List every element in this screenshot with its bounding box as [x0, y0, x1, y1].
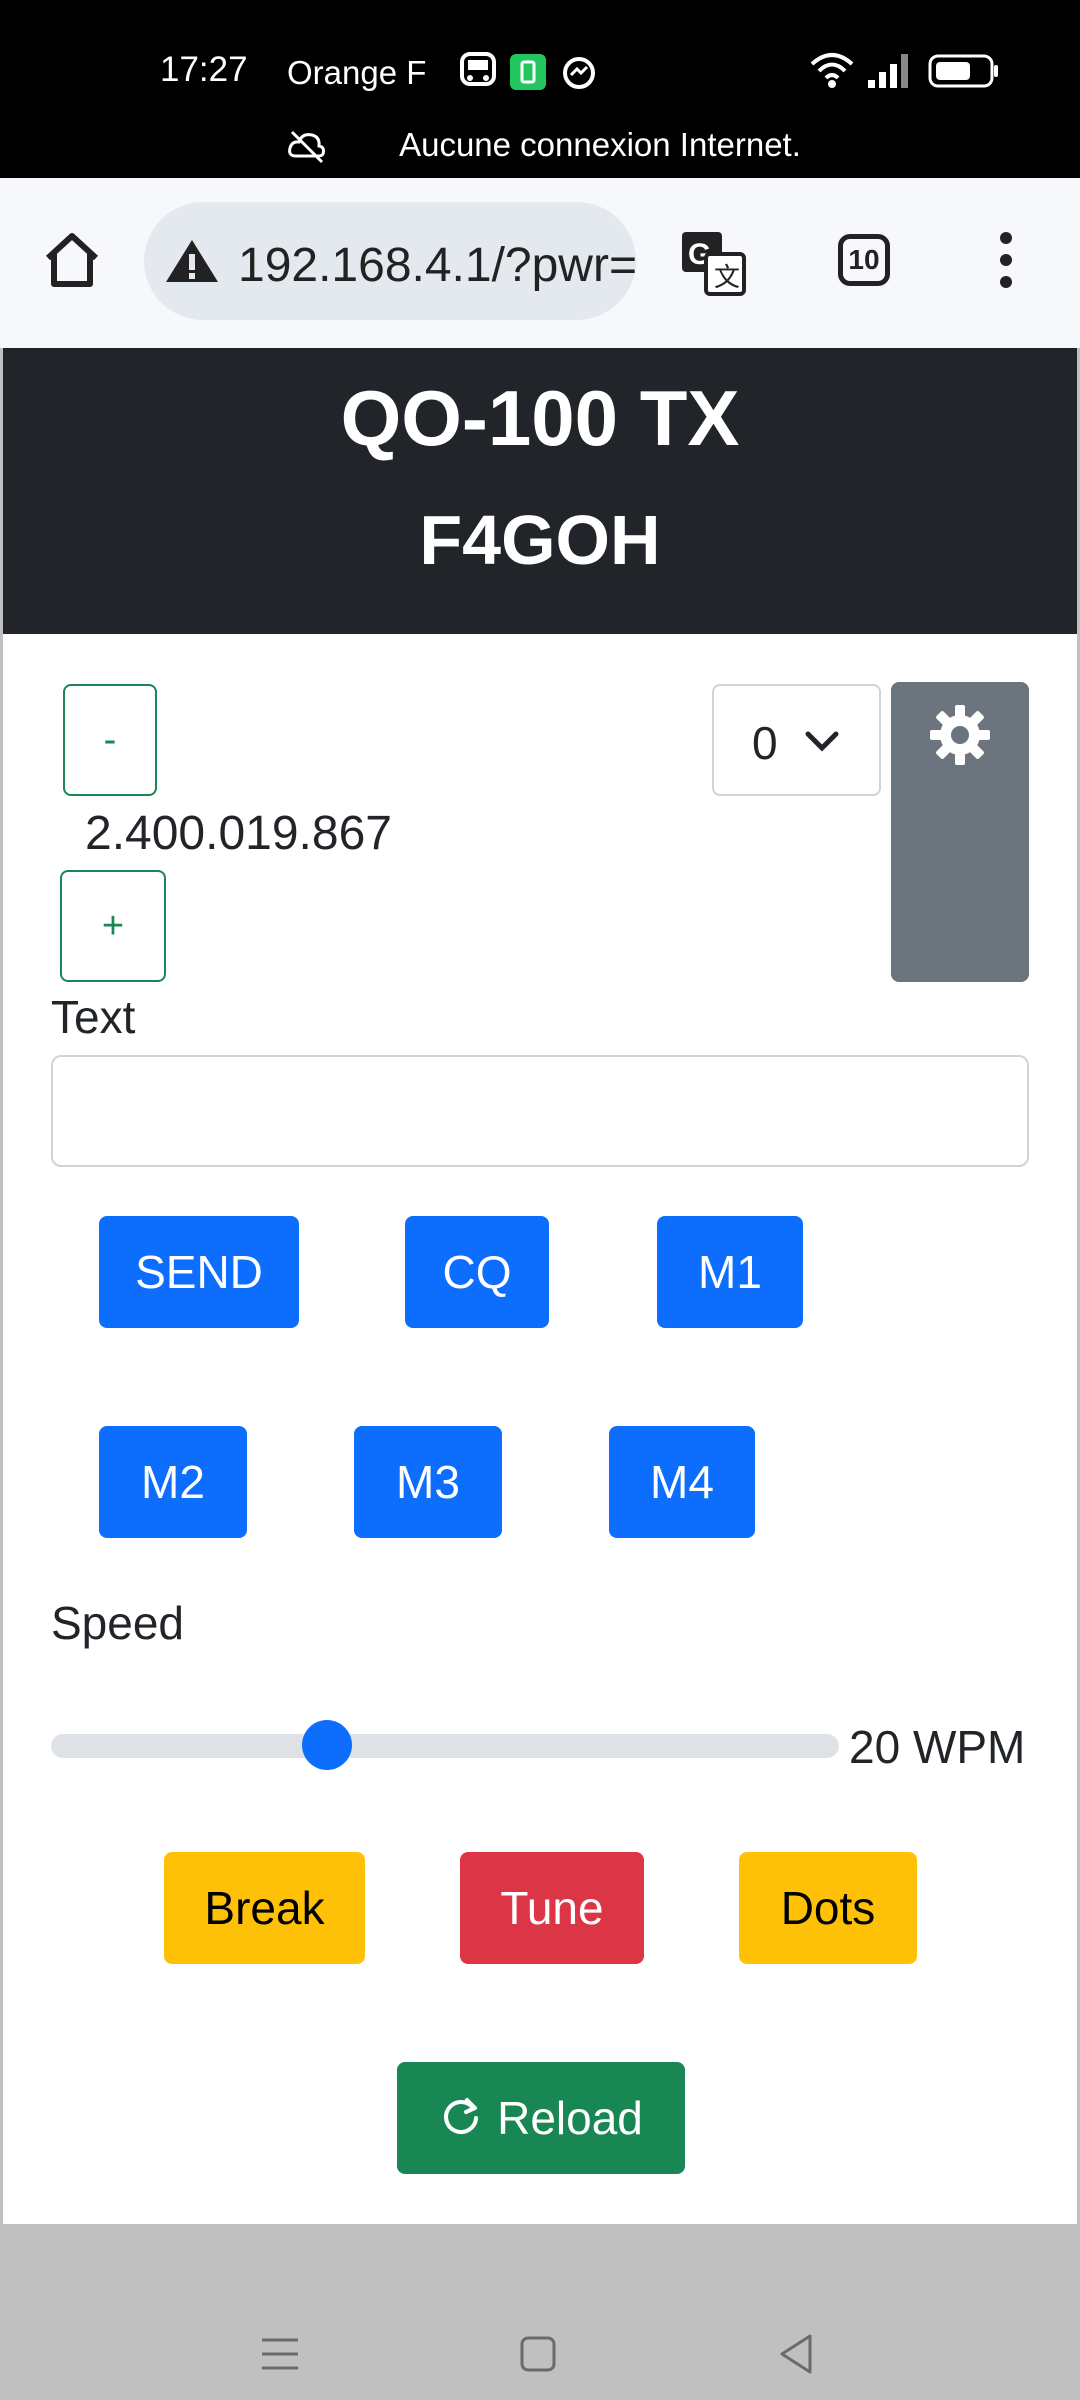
dots-button[interactable]: Dots — [739, 1852, 917, 1964]
battery-saver-icon — [510, 54, 546, 90]
status-bar: 17:27 Orange F Aucune connexion Internet… — [0, 0, 1080, 178]
speed-value: 20 WPM — [849, 1721, 1026, 1773]
home-square-icon[interactable] — [518, 2334, 558, 2374]
text-input[interactable] — [51, 1055, 1029, 1167]
clock: 17:27 — [160, 50, 248, 89]
cq-button[interactable]: CQ — [405, 1216, 549, 1328]
wifi-icon — [810, 53, 854, 88]
m1-button[interactable]: M1 — [657, 1216, 803, 1328]
gear-icon — [930, 705, 990, 765]
m4-button[interactable]: M4 — [609, 1426, 755, 1538]
speed-slider[interactable] — [51, 1720, 839, 1770]
reload-label: Reload — [497, 2092, 643, 2144]
send-button[interactable]: SEND — [99, 1216, 299, 1328]
no-connection-banner: Aucune connexion Internet. — [399, 126, 801, 163]
frequency-plus-button[interactable]: + — [60, 870, 166, 982]
translate-icon[interactable]: G 文 — [678, 228, 748, 298]
system-nav-bar — [0, 2224, 1080, 2400]
speed-label: Speed — [51, 1597, 185, 1649]
frequency-display: 2.400.019.867 — [85, 807, 392, 860]
callsign: F4GOH — [419, 501, 661, 579]
browser-toolbar: 192.168.4.1/?pwr= G 文 10 — [0, 178, 1080, 348]
svg-text:文: 文 — [714, 262, 740, 292]
carrier-name: Orange F — [287, 54, 427, 91]
bus-icon — [460, 52, 496, 86]
tune-button[interactable]: Tune — [460, 1852, 644, 1964]
url-text: 192.168.4.1/?pwr= — [238, 239, 637, 292]
reload-button[interactable]: Reload — [397, 2062, 685, 2174]
m3-button[interactable]: M3 — [354, 1426, 502, 1538]
messenger-icon — [563, 57, 595, 89]
back-triangle-icon[interactable] — [776, 2332, 816, 2376]
frequency-minus-button[interactable]: - — [63, 684, 157, 796]
slider-track — [51, 1734, 839, 1758]
more-menu-icon[interactable] — [994, 230, 1018, 290]
signal-icon — [868, 54, 908, 88]
power-select[interactable]: 0 — [712, 684, 881, 796]
chevron-down-icon — [805, 731, 839, 752]
break-button[interactable]: Break — [164, 1852, 365, 1964]
slider-thumb[interactable] — [302, 1720, 352, 1770]
settings-button[interactable] — [891, 682, 1029, 982]
text-label: Text — [51, 991, 136, 1043]
recents-menu-icon[interactable] — [258, 2334, 304, 2374]
page-header: QO-100 TX F4GOH — [3, 348, 1077, 634]
warning-icon — [166, 240, 218, 282]
battery-icon — [928, 54, 998, 88]
home-icon[interactable] — [42, 230, 102, 290]
tab-count-button[interactable]: 10 — [838, 234, 890, 286]
page-title: QO-100 TX — [340, 374, 740, 462]
address-bar[interactable]: 192.168.4.1/?pwr= — [144, 202, 637, 320]
power-select-value: 0 — [752, 717, 778, 769]
web-page: QO-100 TX F4GOH - 2.400.019.867 + 0 Text… — [3, 348, 1077, 2224]
m2-button[interactable]: M2 — [99, 1426, 247, 1538]
reload-icon — [444, 2098, 479, 2135]
